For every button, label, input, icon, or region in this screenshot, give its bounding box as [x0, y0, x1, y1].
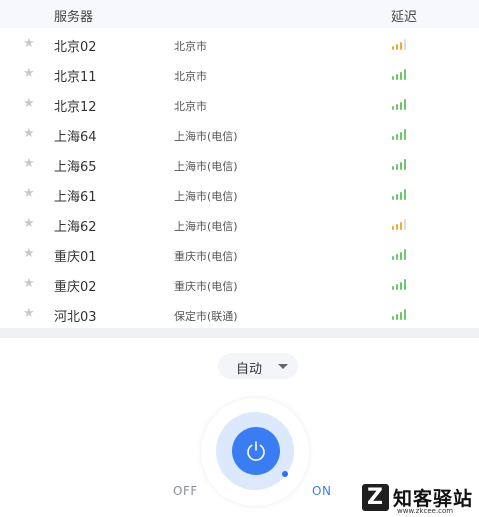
- power-state-indicator: [282, 471, 288, 477]
- server-location: 上海市(电信): [174, 130, 238, 143]
- server-row[interactable]: ★ 上海64 上海市(电信): [0, 119, 479, 149]
- star-icon[interactable]: ★: [23, 186, 35, 201]
- mode-dropdown[interactable]: 自动: [218, 353, 298, 379]
- server-row[interactable]: ★ 北京11 北京市: [0, 59, 479, 89]
- star-icon[interactable]: ★: [23, 126, 35, 141]
- server-name: 上海61: [54, 190, 97, 205]
- star-icon[interactable]: ★: [23, 66, 35, 81]
- power-off-label: OFF: [173, 484, 198, 498]
- power-on-label: ON: [312, 484, 332, 498]
- server-list: ★ 北京02 北京市 ★ 北京11 北京市 ★ 北京12 北京市 ★ 上海64 上海市(电信) ★ 上海6…: [0, 29, 479, 329]
- server-list-header: 服务器 延迟: [0, 0, 479, 28]
- server-location: 保定市(联通): [174, 310, 238, 323]
- chevron-down-icon: [278, 364, 288, 369]
- signal-bars-icon: [392, 249, 408, 260]
- server-location: 重庆市(电信): [174, 250, 238, 263]
- signal-bars-icon: [392, 279, 408, 290]
- signal-bars-icon: [392, 309, 408, 320]
- server-location: 上海市(电信): [174, 220, 238, 233]
- server-location: 北京市: [174, 40, 207, 53]
- server-name: 上海65: [54, 160, 97, 175]
- server-location: 重庆市(电信): [174, 280, 238, 293]
- server-row[interactable]: ★ 上海65 上海市(电信): [0, 149, 479, 179]
- watermark-logo: Z 知客驿站 www.zkcee.com: [362, 484, 479, 517]
- star-icon[interactable]: ★: [23, 276, 35, 291]
- server-location: 北京市: [174, 100, 207, 113]
- server-location: 上海市(电信): [174, 160, 238, 173]
- server-location: 北京市: [174, 70, 207, 83]
- latency-column-header: 延迟: [391, 10, 418, 25]
- star-icon[interactable]: ★: [23, 36, 35, 51]
- watermark-z-icon: Z: [362, 484, 389, 511]
- server-name: 北京12: [54, 100, 97, 115]
- watermark-url: www.zkcee.com: [397, 507, 454, 515]
- server-name: 河北03: [54, 310, 97, 325]
- signal-bars-icon: [392, 129, 408, 140]
- signal-bars-icon: [392, 219, 408, 230]
- server-row[interactable]: ★ 重庆01 重庆市(电信): [0, 239, 479, 269]
- server-location: 上海市(电信): [174, 190, 238, 203]
- server-row[interactable]: ★ 上海62 上海市(电信): [0, 209, 479, 239]
- star-icon[interactable]: ★: [23, 246, 35, 261]
- server-row[interactable]: ★ 北京02 北京市: [0, 29, 479, 59]
- server-column-header: 服务器: [54, 10, 94, 25]
- server-name: 上海64: [54, 130, 97, 145]
- star-icon[interactable]: ★: [23, 306, 35, 321]
- server-row[interactable]: ★ 河北03 保定市(联通): [0, 299, 479, 329]
- section-divider: [0, 328, 479, 338]
- server-row[interactable]: ★ 上海61 上海市(电信): [0, 179, 479, 209]
- signal-bars-icon: [392, 189, 408, 200]
- server-name: 重庆01: [54, 250, 97, 265]
- star-icon[interactable]: ★: [23, 96, 35, 111]
- server-name: 重庆02: [54, 280, 97, 295]
- star-icon[interactable]: ★: [23, 156, 35, 171]
- signal-bars-icon: [392, 159, 408, 170]
- signal-bars-icon: [392, 69, 408, 80]
- server-name: 北京11: [54, 70, 97, 85]
- power-toggle-button[interactable]: [232, 427, 280, 475]
- signal-bars-icon: [392, 99, 408, 110]
- server-name: 北京02: [54, 40, 97, 55]
- server-row[interactable]: ★ 重庆02 重庆市(电信): [0, 269, 479, 299]
- star-icon[interactable]: ★: [23, 216, 35, 231]
- watermark-logo-letter: Z: [367, 485, 383, 510]
- power-icon: [247, 441, 265, 461]
- signal-bars-icon: [392, 39, 408, 50]
- mode-selected-value: 自动: [236, 362, 263, 377]
- server-row[interactable]: ★ 北京12 北京市: [0, 89, 479, 119]
- server-name: 上海62: [54, 220, 97, 235]
